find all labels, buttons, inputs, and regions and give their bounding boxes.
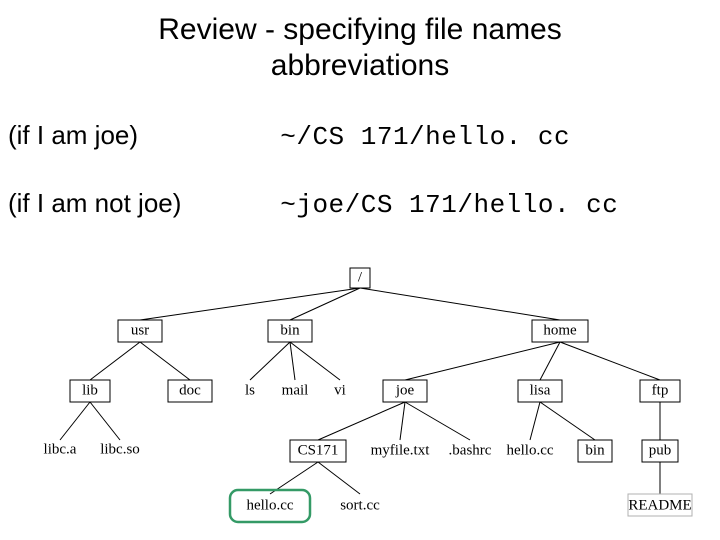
title-line-2: abbreviations bbox=[271, 49, 449, 82]
edge bbox=[60, 402, 90, 440]
label-cs171: CS171 bbox=[298, 442, 339, 458]
label-joe: joe bbox=[395, 382, 415, 398]
path-2: ~joe/CS 171/hello. cc bbox=[280, 190, 618, 220]
edge bbox=[250, 342, 290, 380]
edge bbox=[405, 342, 560, 380]
label-myfile: myfile.txt bbox=[371, 442, 431, 458]
label-bin: bin bbox=[280, 322, 300, 338]
label-libc-a: libc.a bbox=[44, 441, 77, 457]
edge bbox=[540, 402, 595, 440]
title-line-1: Review - specifying file names bbox=[158, 13, 562, 46]
edge bbox=[290, 342, 295, 380]
edge bbox=[140, 342, 190, 380]
label-mail: mail bbox=[282, 382, 309, 398]
edge bbox=[400, 402, 405, 440]
label-lib: lib bbox=[82, 382, 98, 398]
label-ls: ls bbox=[245, 382, 255, 398]
slide-title: Review - specifying file names abbreviat… bbox=[0, 12, 720, 84]
edge bbox=[360, 288, 560, 320]
edge bbox=[540, 342, 560, 380]
label-usr: usr bbox=[131, 322, 149, 338]
label-pub: pub bbox=[649, 442, 672, 458]
label-ftp: ftp bbox=[652, 382, 669, 398]
edge bbox=[530, 402, 540, 440]
file-tree-diagram: / usr bin home lib doc bbox=[0, 262, 720, 540]
example-row-2: (if I am not joe) ~joe/CS 171/hello. cc bbox=[8, 188, 712, 220]
edge bbox=[318, 402, 405, 440]
label-vi: vi bbox=[334, 382, 346, 398]
label-libc-so: libc.so bbox=[100, 441, 140, 457]
edge bbox=[90, 342, 140, 380]
condition-2: (if I am not joe) bbox=[8, 188, 273, 219]
label-lisa: lisa bbox=[530, 382, 551, 398]
condition-1: (if I am joe) bbox=[8, 120, 273, 151]
label-lisa-bin: bin bbox=[585, 442, 605, 458]
label-bashrc: .bashrc bbox=[449, 442, 492, 458]
label-home: home bbox=[543, 322, 577, 338]
example-row-1: (if I am joe) ~/CS 171/hello. cc bbox=[8, 120, 712, 152]
edge bbox=[90, 402, 120, 440]
edge bbox=[405, 402, 470, 440]
label-readme: README bbox=[628, 497, 691, 513]
label-lisa-hello: hello.cc bbox=[506, 442, 553, 458]
label-sort-cc: sort.cc bbox=[340, 497, 380, 513]
edge bbox=[318, 462, 360, 494]
label-hello-cc: hello.cc bbox=[246, 497, 293, 513]
edge bbox=[140, 288, 360, 320]
edge bbox=[290, 342, 340, 380]
edge bbox=[560, 342, 660, 380]
label-doc: doc bbox=[179, 382, 201, 398]
path-1: ~/CS 171/hello. cc bbox=[280, 122, 570, 152]
